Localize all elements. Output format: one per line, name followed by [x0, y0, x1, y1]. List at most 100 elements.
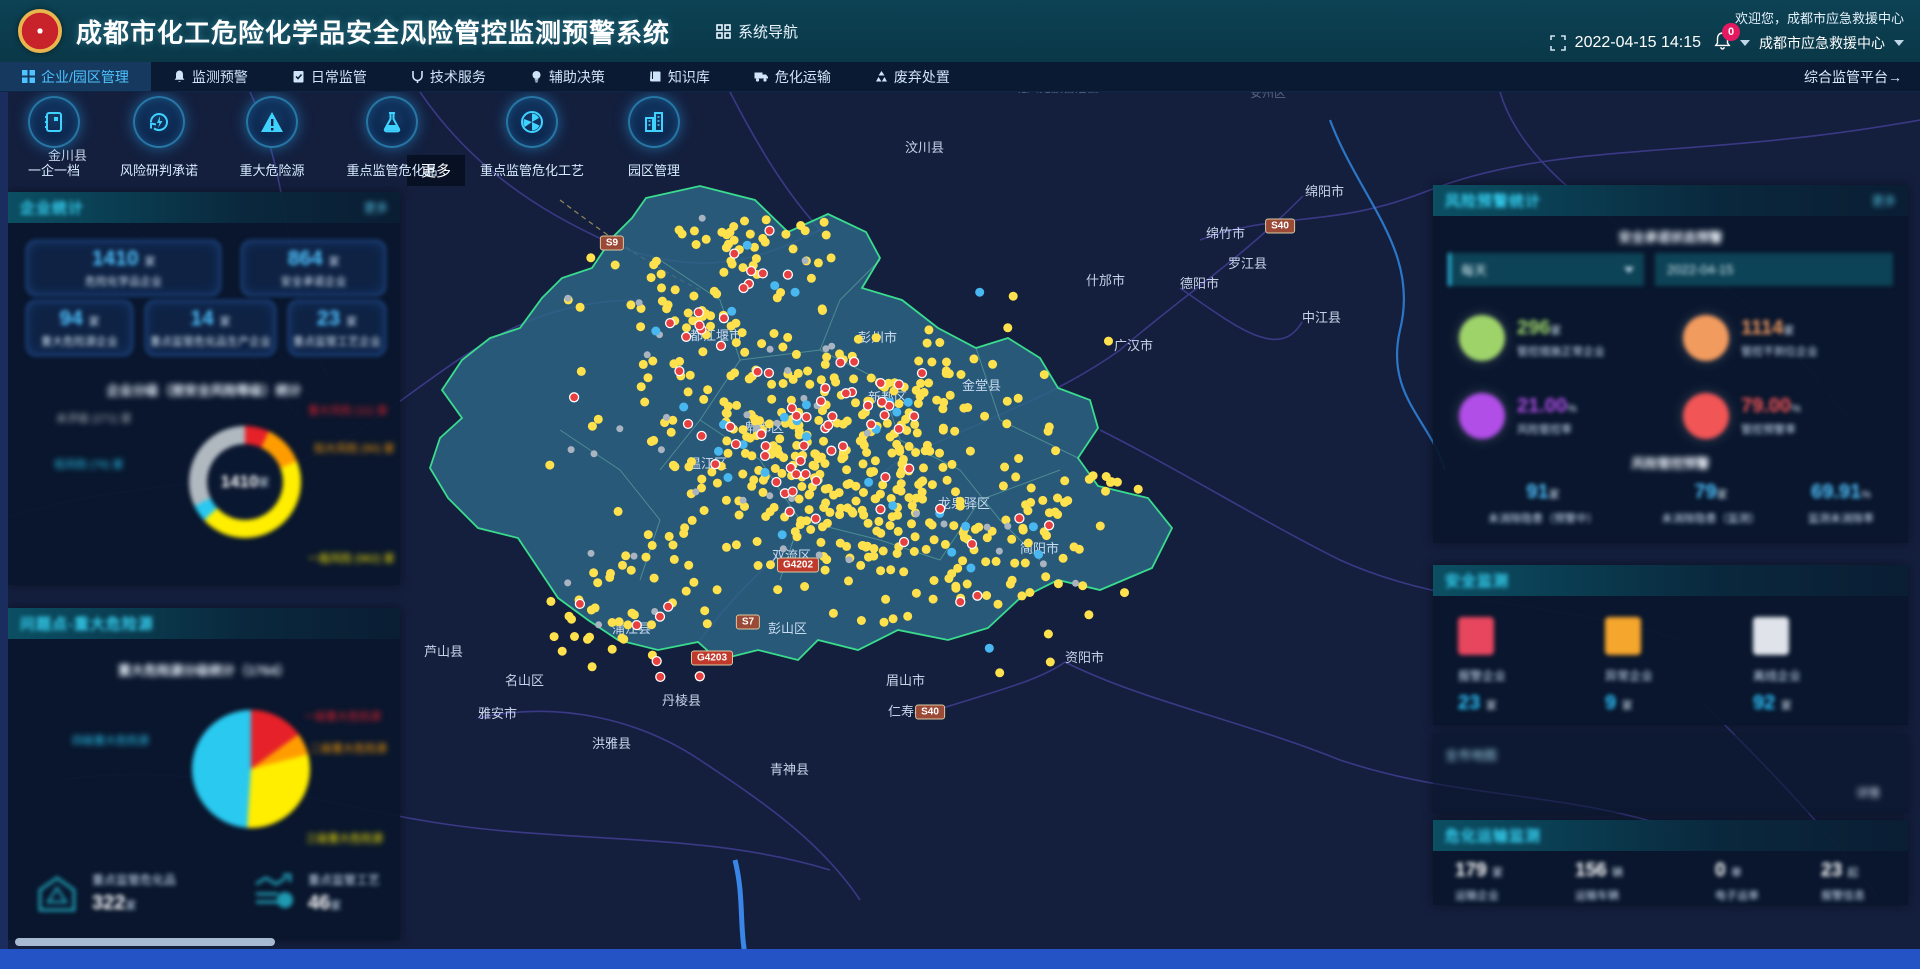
page-title: 成都市化工危险化学品安全风险管控监测预警系统: [76, 13, 670, 50]
quick-item-risk-commitment[interactable]: 风险研判承诺: [100, 96, 218, 179]
quick-item-key-process[interactable]: 重点监管危化工艺: [458, 96, 606, 179]
svg-text:资阳市: 资阳市: [1065, 650, 1104, 665]
svg-text:什邡市: 什邡市: [1086, 273, 1125, 288]
mini-panel-detail-link[interactable]: 详情: [1856, 784, 1880, 801]
abnormal-square-icon: [1605, 617, 1641, 655]
svg-text:绵竹市: 绵竹市: [1206, 226, 1245, 241]
nav-label: 危化运输: [775, 67, 831, 87]
notification-bell[interactable]: 0: [1714, 32, 1731, 55]
stat-unresolved-rate: 69.91% 监测未消除率: [1808, 481, 1874, 526]
process-fan-icon: [506, 96, 558, 148]
bulb-icon: [530, 70, 543, 83]
enterprise-stats-panel: 企业统计 更多 1410 家 危险化学品企业 864 家 安全承诺企业 94 家…: [8, 192, 400, 585]
city-map-mini-panel[interactable]: 全市地图 详情: [1433, 735, 1908, 813]
period-dropdown[interactable]: 每天: [1448, 253, 1644, 286]
stat-box-commitment-enterprises[interactable]: 864 家 安全承诺企业: [241, 240, 386, 296]
quick-icon-row: 一企一档 风险研判承诺 重大危险源 重点监管危化品 重点监管危化工艺: [8, 96, 702, 179]
quick-item-label: 风险研判承诺: [120, 160, 198, 179]
nav-item-waste-disposal[interactable]: 废弃处置: [853, 62, 972, 91]
bottom-scroll-strip[interactable]: [0, 949, 1920, 969]
enterprise-stats-more-link[interactable]: 更多: [364, 199, 388, 216]
svg-text:名山区: 名山区: [505, 673, 544, 688]
svg-text:汶川县: 汶川县: [905, 140, 944, 155]
nav-label: 监测预警: [192, 67, 248, 87]
truck-icon: [754, 70, 769, 83]
flask-icon: [366, 96, 418, 148]
donut-legend-low: 低风险 (76) 家: [54, 456, 124, 472]
normal-circle-icon: [1459, 315, 1505, 361]
mini-panel-label: 全市地图: [1445, 745, 1497, 764]
warehouse-icon: [34, 870, 80, 916]
notification-caret-icon[interactable]: [1740, 40, 1750, 46]
donut-chart-title: 企业分级（按安全风险等级）统计: [8, 380, 400, 399]
header-right: 欢迎您，成都市应急救援中心 2022-04-15 14:15 0 成都市应急救: [1550, 8, 1904, 55]
nav-item-hazmat-transport[interactable]: 危化运输: [732, 62, 853, 91]
key-chemical-stat[interactable]: 重点监管危化品 322家: [34, 870, 176, 916]
nav-label: 辅助决策: [549, 67, 605, 87]
svg-text:洪雅县: 洪雅县: [592, 736, 631, 751]
stat-box-key-production[interactable]: 14 家 重点监管危化品生产企业: [145, 300, 276, 356]
stat-box-major-hazard[interactable]: 94 家 重大危险源企业: [26, 300, 133, 356]
nav-item-tech-service[interactable]: 技术服务: [389, 62, 508, 91]
noncompliant-circle-icon: [1683, 315, 1729, 361]
org-name[interactable]: 成都市应急救援中心: [1759, 33, 1885, 53]
control-rate-circle-icon: [1459, 393, 1505, 439]
pie-legend-level1: 一级重大危险源: [304, 708, 381, 724]
svg-text:罗江县: 罗江县: [1228, 256, 1267, 271]
donut-legend-general: 一般风险 (962) 家: [308, 550, 395, 566]
quick-item-key-chemicals[interactable]: 重点监管危化品: [326, 96, 458, 179]
emergency-bureau-logo: [18, 9, 62, 53]
stat-unresolved-alerting: 91家 未消除隐患（预警中）: [1488, 481, 1598, 526]
app-root: 金川县汶川县绵阳市绵竹市罗江县什邡市德阳市中江县广汉市金堂县彭州市都江堰市郫都区…: [0, 0, 1920, 969]
panel-title-major-hazard: 问题点-重大危险源: [20, 613, 154, 634]
archive-book-icon: [28, 96, 80, 148]
recycle-icon: [875, 70, 888, 83]
monitor-stat-alarm[interactable]: 报警企业 23 家: [1458, 617, 1506, 715]
quick-item-major-hazard[interactable]: 重大危险源: [218, 96, 326, 179]
major-hazard-panel: 问题点-重大危险源 重大危险源分级统计（1764） 四级重大危险源 一级重大危险…: [8, 608, 400, 940]
nav-item-enterprise-park[interactable]: 企业/园区管理: [0, 62, 151, 91]
monitor-stat-offline[interactable]: 离线企业 92 家: [1753, 617, 1801, 715]
org-caret-icon[interactable]: [1894, 40, 1904, 46]
nav-item-daily-supervision[interactable]: 日常监管: [270, 62, 389, 91]
svg-text:眉山市: 眉山市: [886, 673, 925, 688]
integrated-platform-label: 综合监管平台→: [1804, 67, 1902, 87]
integrated-platform-link[interactable]: 综合监管平台→: [1786, 62, 1920, 91]
quick-item-label: 重点监管危化品: [346, 160, 437, 179]
key-process-stat[interactable]: 重点监管工艺 46家: [250, 870, 380, 916]
risk-level-donut-chart[interactable]: 1410家: [189, 426, 301, 538]
commitment-status-subtitle: 安全承诺状态预警: [1433, 227, 1908, 246]
quick-item-park-management[interactable]: 园区管理: [606, 96, 702, 179]
transport-stat-companies: 179 家 运输企业: [1455, 860, 1503, 903]
book-icon: [649, 70, 662, 83]
transport-stat-waybills: 0 单 电子运单: [1715, 860, 1759, 903]
pie-legend-level4: 四级重大危险源: [72, 732, 149, 748]
horizontal-scrollbar-thumb[interactable]: [15, 938, 275, 946]
system-nav-label: 系统导航: [738, 21, 798, 42]
left-edge-strip: [0, 62, 8, 969]
nav-item-knowledge-base[interactable]: 知识库: [627, 62, 732, 91]
svg-text:青神县: 青神县: [770, 762, 809, 777]
nav-item-decision-support[interactable]: 辅助决策: [508, 62, 627, 91]
process-flow-icon: [250, 870, 296, 916]
circle-stat-noncompliant: 1114家 管控不到位企业: [1683, 315, 1818, 361]
hazard-level-pie-chart[interactable]: [192, 710, 310, 828]
stat-box-hazchem-enterprises[interactable]: 1410 家 危险化学品企业: [26, 240, 221, 296]
risk-alert-panel: 风险预警统计 更多 安全承诺状态预警 每天 2022-04-15 296家 管控…: [1433, 185, 1908, 543]
fullscreen-icon[interactable]: [1550, 35, 1566, 51]
offline-square-icon: [1753, 617, 1789, 655]
risk-sync-icon: [133, 96, 185, 148]
panel-title-enterprise-stats: 企业统计: [20, 197, 84, 218]
system-nav-button[interactable]: 系统导航: [716, 21, 798, 42]
date-picker[interactable]: 2022-04-15: [1655, 253, 1893, 286]
quick-item-label: 一企一档: [28, 160, 80, 179]
monitor-stat-abnormal[interactable]: 异常企业 9 家: [1605, 617, 1653, 715]
quick-item-one-enterprise-one-file[interactable]: 一企一档: [8, 96, 100, 179]
stat-unresolved-monitoring: 79家 未消除隐患（监测）: [1662, 481, 1761, 526]
stat-box-key-process[interactable]: 23 家 重点监管工艺企业: [288, 300, 386, 356]
panel-title-safety-monitor: 安全监测: [1445, 570, 1509, 591]
circle-stat-control-rate: 21.00% 风险管控率: [1459, 393, 1577, 439]
svg-text:彭山区: 彭山区: [768, 621, 807, 636]
nav-item-monitor-warning[interactable]: 监测预警: [151, 62, 270, 91]
risk-alert-more-link[interactable]: 更多: [1872, 192, 1896, 209]
